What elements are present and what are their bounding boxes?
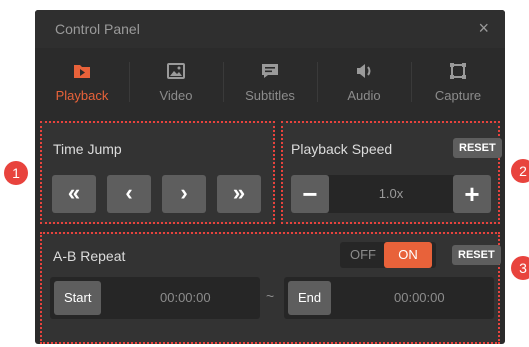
tab-label: Audio (347, 88, 381, 103)
speed-decrease-button[interactable]: − (291, 175, 329, 213)
callout-badge-3: 3 (511, 256, 529, 280)
title-bar: Control Panel × (35, 10, 505, 48)
toggle-on-label[interactable]: ON (384, 242, 432, 268)
ab-repeat-section: A-B Repeat OFF ON RESET Start 00:00:00 ~… (40, 232, 501, 344)
tab-label: Subtitles (245, 88, 295, 103)
subtitles-icon (262, 64, 278, 78)
tab-subtitles[interactable]: Subtitles (223, 54, 317, 114)
tab-bar: Playback Video Subtitles Audio Capture (35, 54, 505, 114)
end-time-field: End 00:00:00 (284, 277, 494, 319)
time-jump-section: Time Jump « ‹ › » (40, 121, 275, 224)
tab-audio[interactable]: Audio (317, 54, 411, 114)
image-icon (167, 63, 185, 79)
playback-speed-section: Playback Speed RESET − 1.0x + (281, 121, 502, 224)
close-icon[interactable]: × (478, 18, 489, 39)
end-button[interactable]: End (288, 281, 332, 315)
control-panel: Control Panel × Playback Video Subtitles… (35, 10, 505, 344)
tab-capture[interactable]: Capture (411, 54, 505, 114)
speaker-icon (357, 64, 371, 78)
speed-increase-button[interactable]: + (453, 175, 491, 213)
callout-badge-1: 1 (4, 161, 28, 185)
play-icon (74, 65, 90, 78)
ab-reset-button[interactable]: RESET (452, 245, 501, 265)
rewind-button[interactable]: ‹ (107, 175, 151, 213)
toggle-off-label[interactable]: OFF (350, 242, 376, 268)
speed-stepper: − 1.0x + (291, 175, 491, 213)
callout-badge-2: 2 (511, 159, 529, 183)
time-jump-label: Time Jump (53, 141, 122, 157)
rewind-fast-button[interactable]: « (52, 175, 96, 213)
tab-playback[interactable]: Playback (35, 54, 129, 114)
tab-label: Capture (434, 88, 482, 103)
tab-label: Video (159, 88, 193, 103)
speed-value: 1.0x (378, 186, 404, 201)
ab-repeat-toggle[interactable]: OFF ON (340, 242, 436, 268)
playback-speed-label: Playback Speed (291, 141, 393, 157)
start-time-value: 00:00:00 (160, 290, 211, 305)
speed-reset-button[interactable]: RESET (453, 138, 502, 158)
start-time-field: Start 00:00:00 (50, 277, 260, 319)
start-button[interactable]: Start (54, 281, 102, 315)
ab-repeat-label: A-B Repeat (53, 248, 126, 264)
range-separator: ~ (266, 288, 275, 304)
tab-video[interactable]: Video (129, 54, 223, 114)
forward-fast-button[interactable]: » (217, 175, 261, 213)
window-title: Control Panel (55, 21, 140, 37)
tab-label: Playback (55, 88, 109, 103)
forward-button[interactable]: › (162, 175, 206, 213)
capture-icon (450, 63, 466, 79)
end-time-value: 00:00:00 (394, 290, 445, 305)
